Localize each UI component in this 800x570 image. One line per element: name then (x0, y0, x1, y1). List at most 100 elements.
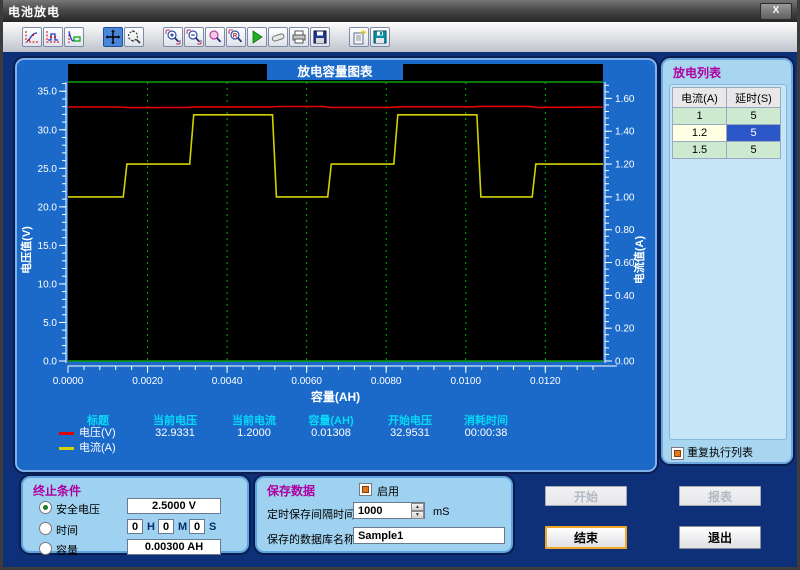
minutes-unit-label: M (178, 521, 188, 533)
svg-text:0.0000: 0.0000 (53, 376, 84, 387)
printer-button[interactable] (289, 27, 309, 47)
interval-spinner[interactable]: ▲ ▼ (411, 503, 424, 519)
time-seconds-field[interactable] (189, 519, 205, 534)
table-cell[interactable]: 5 (726, 141, 781, 159)
svg-text:电压值(V): 电压值(V) (19, 226, 33, 274)
save-icon (313, 30, 327, 44)
stop-conditions-title: 终止条件 (33, 484, 82, 498)
report-doc-button[interactable] (349, 27, 369, 47)
save-button[interactable] (310, 27, 330, 47)
svg-text:20.0: 20.0 (38, 202, 58, 213)
eraser-icon (271, 33, 285, 42)
pan-crosshair-button[interactable] (103, 27, 123, 47)
svg-text:0.20: 0.20 (615, 324, 635, 335)
play-button[interactable] (247, 27, 267, 47)
legend-header: 容量(AH) (308, 415, 354, 427)
capacity-radio[interactable] (39, 542, 52, 555)
svg-text:35.0: 35.0 (38, 87, 58, 98)
capacity-label: 容量 (56, 545, 78, 557)
legend-value: 32.9531 (390, 427, 430, 439)
column-header-delay[interactable]: 延时(S) (726, 87, 781, 108)
svg-text:0.80: 0.80 (615, 225, 635, 236)
discharge-chart[interactable]: 0.0000 0.0020 0.0040 0.0060 0.0080 0.0100 0.01… (17, 60, 653, 410)
legend-header: 当前电流 (232, 415, 276, 427)
table-row[interactable]: 1.5 5 (672, 141, 781, 159)
waveform-step-icon (46, 31, 59, 43)
svg-text:电流值(A): 电流值(A) (632, 236, 646, 285)
waveform-config-icon (68, 31, 81, 43)
time-label: 时间 (56, 525, 78, 537)
safe-voltage-field[interactable] (127, 498, 221, 514)
zoom-reset-button[interactable]: R (226, 27, 246, 47)
repeat-list-checkbox[interactable] (671, 446, 684, 460)
save-data-panel: 保存数据 启用 定时保存间隔时间 ▲ ▼ mS 保存的数据库名称 (255, 476, 513, 553)
spinner-up-icon[interactable]: ▲ (411, 503, 424, 511)
exit-button[interactable]: 退出 (679, 526, 761, 549)
start-button[interactable]: 开始 (545, 486, 627, 506)
window-title: 电池放电 (8, 4, 61, 19)
waveform-plot-icon (25, 31, 38, 43)
table-row[interactable]: 15 (672, 107, 781, 125)
voltage-swatch-icon (59, 431, 74, 435)
svg-text:容量(AH): 容量(AH) (310, 389, 360, 404)
column-header-current[interactable]: 电流(A) (672, 87, 727, 108)
seconds-unit-label: S (209, 521, 217, 533)
legend-series-label: 电压(V) (59, 424, 116, 440)
printer-icon (292, 30, 306, 44)
capacity-field[interactable] (127, 539, 221, 555)
close-button[interactable]: X (760, 3, 792, 20)
zoom-in-button[interactable] (163, 27, 183, 47)
database-save-icon (373, 30, 387, 44)
safe-voltage-radio[interactable] (39, 501, 52, 514)
waveform-config-button[interactable] (64, 27, 84, 47)
time-minutes-field[interactable] (158, 519, 174, 534)
svg-text:5.0: 5.0 (43, 318, 57, 329)
svg-text:0.0120: 0.0120 (530, 376, 561, 387)
table-cell[interactable]: 1.5 (672, 141, 727, 159)
discharge-list-table[interactable]: 电流(A) 延时(S) 1 5 1.2 5 1.5 5 (672, 87, 781, 159)
discharge-list-panel: 放电列表 电流(A) 延时(S) 1 5 1.2 5 1.5 5 重复执行列表 (661, 58, 793, 464)
svg-text:0.0: 0.0 (43, 357, 57, 368)
repeat-list-label: 重复执行列表 (687, 447, 754, 459)
legend-series-label: 电流(A) (59, 439, 116, 455)
table-cell[interactable]: 5 (726, 107, 781, 125)
eraser-button[interactable] (268, 27, 288, 47)
svg-text:1.00: 1.00 (615, 192, 635, 203)
dbname-field[interactable] (353, 527, 505, 544)
svg-text:0.00: 0.00 (615, 357, 635, 368)
waveform-plot-button[interactable] (22, 27, 42, 47)
repeat-list-row: 重复执行列表 (671, 444, 753, 460)
legend-value: 00:00:38 (464, 427, 508, 439)
spinner-down-icon[interactable]: ▼ (411, 511, 424, 519)
report-button[interactable]: 报表 (679, 486, 761, 506)
table-cell[interactable]: 5 (726, 124, 781, 142)
app-window: 电池放电 X R 0.0000 0.0020 0.0040 0.0060 0.0080 0… (0, 0, 800, 570)
save-data-title: 保存数据 (267, 484, 316, 498)
stop-button[interactable]: 结束 (545, 526, 627, 549)
interval-unit-label: mS (433, 506, 450, 518)
zoom-window-button[interactable] (205, 27, 225, 47)
svg-text:0.0020: 0.0020 (132, 376, 163, 387)
time-hours-field[interactable] (127, 519, 143, 534)
table-cell[interactable]: 1.2 (672, 124, 727, 142)
pan-crosshair-icon (105, 29, 121, 45)
stop-conditions-panel: 终止条件 安全电压 时间 H M S 容量 (21, 476, 249, 557)
zoom-out-button[interactable] (184, 27, 204, 47)
time-radio[interactable] (39, 522, 52, 535)
legend-header: 当前电压 (153, 415, 197, 427)
zoom-track-button[interactable] (124, 27, 144, 47)
svg-text:15.0: 15.0 (38, 241, 58, 252)
svg-text:0.0040: 0.0040 (212, 376, 243, 387)
table-row[interactable]: 1.2 5 (672, 124, 781, 142)
database-save-button[interactable] (370, 27, 390, 47)
report-doc-icon (353, 29, 367, 45)
table-cell[interactable]: 1 (672, 107, 727, 125)
discharge-list-title: 放电列表 (673, 66, 722, 80)
legend-value: 1.2000 (237, 427, 271, 439)
waveform-step-button[interactable] (43, 27, 63, 47)
zoom-out-icon (186, 29, 202, 45)
enable-checkbox[interactable] (359, 483, 372, 496)
titlebar: 电池放电 X (3, 0, 797, 22)
current-swatch-icon (59, 446, 74, 450)
toolbar: R (3, 22, 797, 54)
